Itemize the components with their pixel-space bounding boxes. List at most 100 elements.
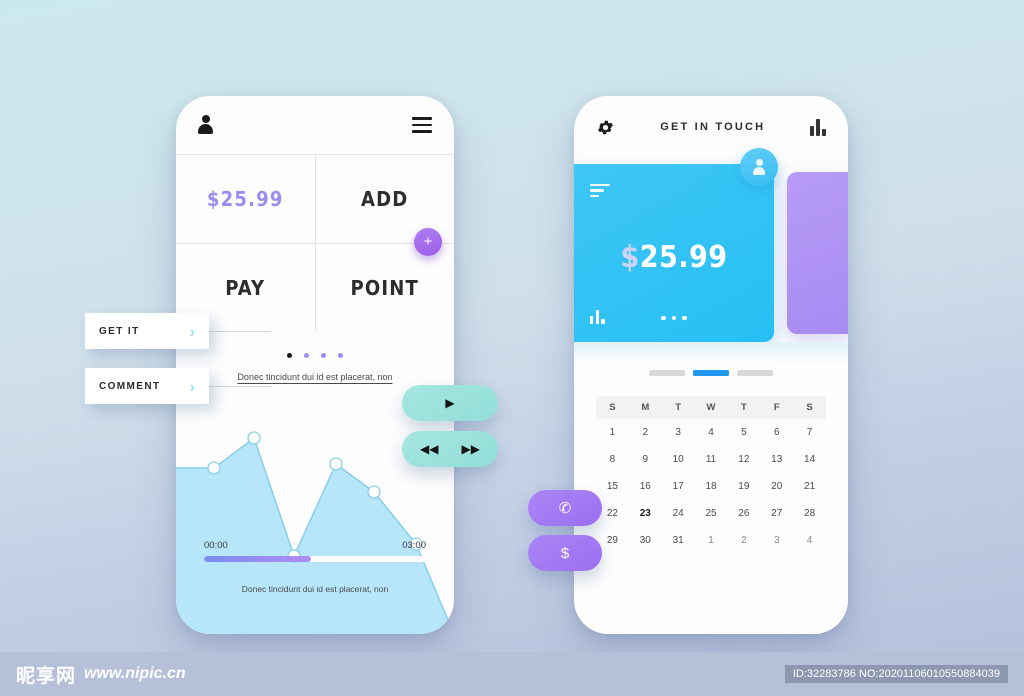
calendar-day[interactable]: 1 [596,419,629,446]
person-icon[interactable] [198,115,213,135]
fade-divider [574,342,848,364]
currency-symbol: $ [620,240,640,275]
chart-point [329,457,343,471]
playback-slider[interactable]: 00:00 03:00 [204,540,426,562]
calendar-day[interactable]: 19 [727,473,760,500]
calendar-week-row: 15 16 17 18 19 20 21 [596,473,826,500]
calendar-day[interactable]: 4 [793,527,826,554]
chart-point [367,485,381,499]
gear-icon[interactable] [596,118,615,137]
avatar[interactable] [740,148,778,186]
pagination-dot[interactable] [304,353,309,358]
get-it-button[interactable]: GET IT › [85,313,209,349]
payment-button[interactable]: $ [528,535,602,571]
left-phone-header [176,96,454,154]
calendar-day[interactable]: 8 [596,446,629,473]
get-it-label: GET IT [99,325,140,337]
calendar-day[interactable]: 26 [727,500,760,527]
calendar-day[interactable]: 5 [727,419,760,446]
caption-bottom: Donec tincidunt dui id est placerat, non [241,584,389,594]
play-button[interactable]: ▶ [402,385,498,421]
tab-indicator[interactable] [574,370,848,376]
calendar-day[interactable]: 1 [695,527,728,554]
calendar-day[interactable]: 7 [793,419,826,446]
calendar-day[interactable]: 6 [760,419,793,446]
hamburger-icon[interactable] [412,117,432,133]
calendar-day[interactable]: 2 [629,419,662,446]
carousel-pagination[interactable] [176,353,454,358]
grid-cell-price[interactable]: $25.99 [176,155,315,243]
slider-fill [204,556,311,562]
seek-controls[interactable]: ◀◀ ▶▶ [402,431,498,467]
comment-button[interactable]: COMMENT › [85,368,209,404]
calendar-day[interactable]: 10 [662,446,695,473]
calendar-day[interactable]: 3 [662,419,695,446]
cards-row: $25.99 [574,148,848,364]
grid-cell-point[interactable]: POINT + [314,228,455,331]
calendar-day[interactable]: 27 [760,500,793,527]
calendar-day[interactable]: 25 [695,500,728,527]
tab-indicator-bar[interactable] [737,370,773,376]
balance-card[interactable]: $25.99 [574,164,774,342]
watermark-logo: 昵享网 [16,664,77,687]
pagination-dot[interactable] [287,353,292,358]
forward-icon[interactable]: ▶▶ [462,443,480,455]
calendar-day[interactable]: 24 [662,500,695,527]
calendar-day[interactable]: 31 [662,527,695,554]
right-phone-header: GET IN TOUCH [574,96,848,158]
calendar-day[interactable]: 4 [695,419,728,446]
calendar-day[interactable]: 3 [760,527,793,554]
chart-point [247,431,261,445]
calendar-day[interactable]: 12 [727,446,760,473]
chevron-right-icon: › [189,376,195,396]
calendar-day[interactable]: 28 [793,500,826,527]
calendar-day[interactable]: 23 [629,500,662,527]
calendar-weekday-header: S M T W T F S [596,396,826,419]
action-grid: $25.99 ADD PAY POINT + [176,154,454,331]
calendar-weekday: F [773,402,780,413]
secondary-card[interactable] [787,172,848,334]
add-point-fab[interactable]: + [414,228,442,256]
calendar-day[interactable]: 16 [629,473,662,500]
calendar: S M T W T F S 1 2 3 4 5 6 7 8 9 10 11 12 13 14 15 16 17 1… [596,396,826,554]
slider-end-time: 03:00 [402,540,426,551]
slider-start-time: 00:00 [204,540,228,551]
calendar-weekday: T [740,402,747,413]
calendar-day[interactable]: 15 [596,473,629,500]
calendar-day[interactable]: 21 [793,473,826,500]
calendar-day[interactable]: 30 [629,527,662,554]
chevron-right-icon: › [189,321,195,341]
pagination-dot[interactable] [321,353,326,358]
bar-chart-icon[interactable] [810,118,826,136]
calendar-day[interactable]: 2 [727,527,760,554]
watermark-id: ID:32283786 NO:20201106010550884039 [784,665,1008,683]
calendar-weekday: S [609,402,616,413]
calendar-day[interactable]: 9 [629,446,662,473]
calendar-day[interactable]: 13 [760,446,793,473]
calendar-day[interactable]: 18 [695,473,728,500]
balance-amount: $25.99 [574,240,774,275]
calendar-week-row: 8 9 10 11 12 13 14 [596,446,826,473]
calendar-day[interactable]: 17 [662,473,695,500]
dollar-icon: $ [560,544,570,562]
left-phone-mockup: $25.99 ADD PAY POINT + Donec tincidunt d… [176,96,454,634]
calendar-week-row: 1234567 [596,419,826,446]
chart-point [207,461,221,475]
slider-track[interactable] [204,556,426,562]
watermark-bar: 昵享网 www.nipic.cn ID:32283786 NO:20201106… [0,652,1024,696]
connector-line [209,331,271,332]
calendar-day[interactable]: 14 [793,446,826,473]
watermark-url: www.nipic.cn [84,665,186,682]
add-label: ADD [361,187,409,211]
calendar-day[interactable]: 20 [760,473,793,500]
action-grid-row: $25.99 ADD [176,155,454,243]
balance-value: 25.99 [639,240,728,275]
tab-indicator-bar-active[interactable] [693,370,729,376]
rewind-icon[interactable]: ◀◀ [420,443,438,455]
ellipsis-icon[interactable] [574,315,774,320]
call-button[interactable]: ✆ [528,490,602,526]
pagination-dot[interactable] [338,353,343,358]
lines-icon[interactable] [590,184,610,200]
calendar-day[interactable]: 11 [695,446,728,473]
tab-indicator-bar[interactable] [649,370,685,376]
